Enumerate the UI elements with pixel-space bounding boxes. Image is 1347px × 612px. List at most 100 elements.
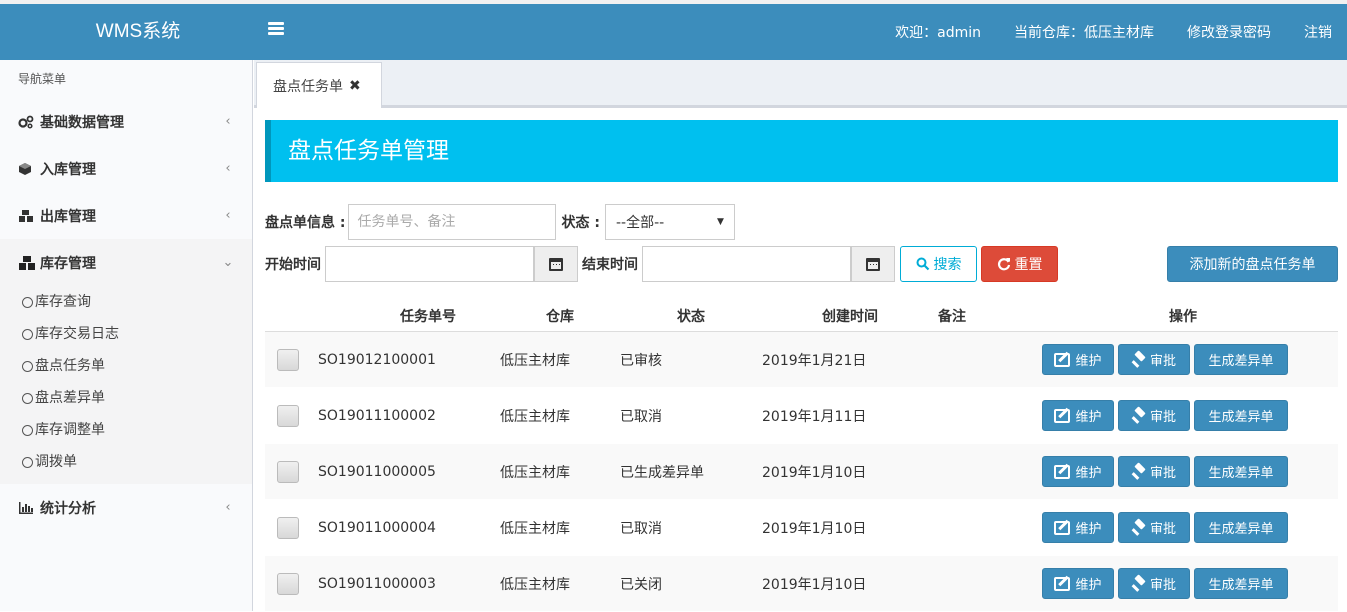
row-checkbox[interactable] xyxy=(277,516,299,539)
subitem-inventory-query[interactable]: 库存查询 xyxy=(0,286,252,318)
reset-button[interactable]: 重置 xyxy=(981,246,1058,282)
sidebar-item-outbound[interactable]: 出库管理 ‹ xyxy=(0,192,252,239)
row-checkbox[interactable] xyxy=(277,404,299,427)
subitem-inventory-adjust[interactable]: 库存调整单 xyxy=(0,414,252,446)
sidebar-item-basic-data[interactable]: 基础数据管理 ‹ xyxy=(0,98,252,145)
row-checkbox[interactable] xyxy=(277,572,299,595)
cube-icon xyxy=(18,162,36,176)
calendar-icon xyxy=(549,257,563,271)
search-button[interactable]: 搜索 xyxy=(900,246,977,282)
sidebar-item-statistics[interactable]: 统计分析 ‹ xyxy=(0,484,252,531)
approve-button[interactable]: 审批 xyxy=(1118,344,1190,375)
cell-warehouse: 低压主材库 xyxy=(500,520,570,537)
change-password-link[interactable]: 修改登录密码 xyxy=(1187,25,1271,41)
chevron-down-icon: ⌄ xyxy=(222,255,234,270)
main-content: 盘点任务单 ✖ 盘点任务单管理 盘点单信息 : 状态 : --全部-- ▼ 开始… xyxy=(254,60,1347,612)
info-label: 盘点单信息 : xyxy=(265,215,346,231)
cell-warehouse: 低压主材库 xyxy=(500,408,570,425)
generate-diff-button[interactable]: 生成差异单 xyxy=(1194,400,1288,431)
generate-diff-button[interactable]: 生成差异单 xyxy=(1194,456,1288,487)
subitem-stocktake-task[interactable]: 盘点任务单 xyxy=(0,350,252,382)
status-label: 状态 : xyxy=(561,215,600,231)
refresh-icon xyxy=(997,258,1010,271)
maintain-button[interactable]: 维护 xyxy=(1042,344,1114,375)
col-remark: 备注 xyxy=(938,308,966,325)
logout-link[interactable]: 注销 xyxy=(1304,25,1332,41)
cell-created: 2019年1月21日 xyxy=(762,352,867,369)
maintain-button[interactable]: 维护 xyxy=(1042,456,1114,487)
approve-button[interactable]: 审批 xyxy=(1118,568,1190,599)
cell-task-no: SO19011000003 xyxy=(318,575,436,592)
cell-warehouse: 低压主材库 xyxy=(500,352,570,369)
menu-toggle-icon[interactable] xyxy=(268,22,284,42)
subitem-inventory-log[interactable]: 库存交易日志 xyxy=(0,318,252,350)
edit-icon xyxy=(1054,464,1071,479)
header-user-area: 欢迎：admin 当前仓库：低压主材库 修改登录密码 注销 xyxy=(895,4,1347,60)
cell-warehouse: 低压主材库 xyxy=(500,464,570,481)
cell-task-no: SO19012100001 xyxy=(318,351,436,368)
approve-button[interactable]: 审批 xyxy=(1118,400,1190,431)
end-time-label: 结束时间 xyxy=(582,257,638,273)
search-icon xyxy=(916,257,929,271)
start-time-input[interactable] xyxy=(325,246,534,282)
info-search-input[interactable] xyxy=(348,204,557,240)
tab-bar: 盘点任务单 ✖ xyxy=(254,60,1347,108)
stocktake-table: 任务单号 仓库 状态 创建时间 备注 操作 SO19012100001 低压主材… xyxy=(265,300,1338,612)
brand-logo[interactable]: WMS系统 xyxy=(0,4,276,60)
sidebar-item-label: 出库管理 xyxy=(40,208,96,225)
subitem-stocktake-diff[interactable]: 盘点差异单 xyxy=(0,382,252,414)
add-stocktake-button[interactable]: 添加新的盘点任务单 xyxy=(1167,246,1338,282)
cell-warehouse: 低压主材库 xyxy=(500,576,570,593)
circle-icon xyxy=(22,328,33,340)
gavel-icon xyxy=(1132,409,1146,423)
cell-task-no: SO19011100002 xyxy=(318,407,436,424)
col-status: 状态 xyxy=(677,308,705,325)
col-created: 创建时间 xyxy=(822,308,878,325)
end-calendar-button[interactable] xyxy=(851,246,895,282)
start-calendar-button[interactable] xyxy=(534,246,578,282)
col-task-no: 任务单号 xyxy=(400,308,456,325)
gavel-icon xyxy=(1132,465,1146,479)
maintain-button[interactable]: 维护 xyxy=(1042,400,1114,431)
table-header: 任务单号 仓库 状态 创建时间 备注 操作 xyxy=(265,300,1338,332)
sidebar-item-label: 统计分析 xyxy=(40,500,96,517)
maintain-button[interactable]: 维护 xyxy=(1042,568,1114,599)
cell-status: 已关闭 xyxy=(620,576,662,593)
edit-icon xyxy=(1054,520,1071,535)
approve-button[interactable]: 审批 xyxy=(1118,456,1190,487)
circle-icon xyxy=(22,360,33,372)
generate-diff-button[interactable]: 生成差异单 xyxy=(1194,344,1288,375)
edit-icon xyxy=(1054,576,1071,591)
bar-chart-icon xyxy=(18,501,36,515)
row-checkbox[interactable] xyxy=(277,348,299,371)
cell-status: 已取消 xyxy=(620,520,662,537)
cell-created: 2019年1月10日 xyxy=(762,576,867,593)
end-time-input[interactable] xyxy=(642,246,851,282)
generate-diff-button[interactable]: 生成差异单 xyxy=(1194,568,1288,599)
cell-status: 已取消 xyxy=(620,408,662,425)
maintain-button[interactable]: 维护 xyxy=(1042,512,1114,543)
cubes-icon xyxy=(18,255,36,270)
subitem-transfer[interactable]: 调拨单 xyxy=(0,446,252,478)
start-time-label: 开始时间 xyxy=(265,257,321,273)
gavel-icon xyxy=(1132,353,1146,367)
status-select[interactable]: --全部-- ▼ xyxy=(604,204,735,240)
inventory-submenu: 库存查询 库存交易日志 盘点任务单 盘点差异单 库存调整单 调拨单 xyxy=(0,286,252,484)
top-header: WMS系统 欢迎：admin 当前仓库：低压主材库 修改登录密码 注销 xyxy=(0,4,1347,60)
cubes-icon xyxy=(18,209,36,223)
row-checkbox[interactable] xyxy=(277,460,299,483)
sidebar-item-label: 基础数据管理 xyxy=(40,114,124,131)
cell-created: 2019年1月10日 xyxy=(762,520,867,537)
generate-diff-button[interactable]: 生成差异单 xyxy=(1194,512,1288,543)
cell-created: 2019年1月11日 xyxy=(762,408,867,425)
sidebar-item-inbound[interactable]: 入库管理 ‹ xyxy=(0,145,252,192)
approve-button[interactable]: 审批 xyxy=(1118,512,1190,543)
sidebar: 导航菜单 基础数据管理 ‹ 入库管理 ‹ 出库管理 ‹ 库存管理 ⌄ 库存查询 … xyxy=(0,60,253,611)
tab-stocktake-task[interactable]: 盘点任务单 ✖ xyxy=(256,62,382,108)
close-icon[interactable]: ✖ xyxy=(349,78,361,94)
sidebar-item-inventory[interactable]: 库存管理 ⌄ xyxy=(0,239,252,286)
table-row: SO19011000003 低压主材库 已关闭 2019年1月10日 维护 审批… xyxy=(265,556,1338,612)
calendar-icon xyxy=(866,257,880,271)
table-row: SO19012100001 低压主材库 已审核 2019年1月21日 维护 审批… xyxy=(265,332,1338,388)
caret-down-icon: ▼ xyxy=(717,217,724,227)
